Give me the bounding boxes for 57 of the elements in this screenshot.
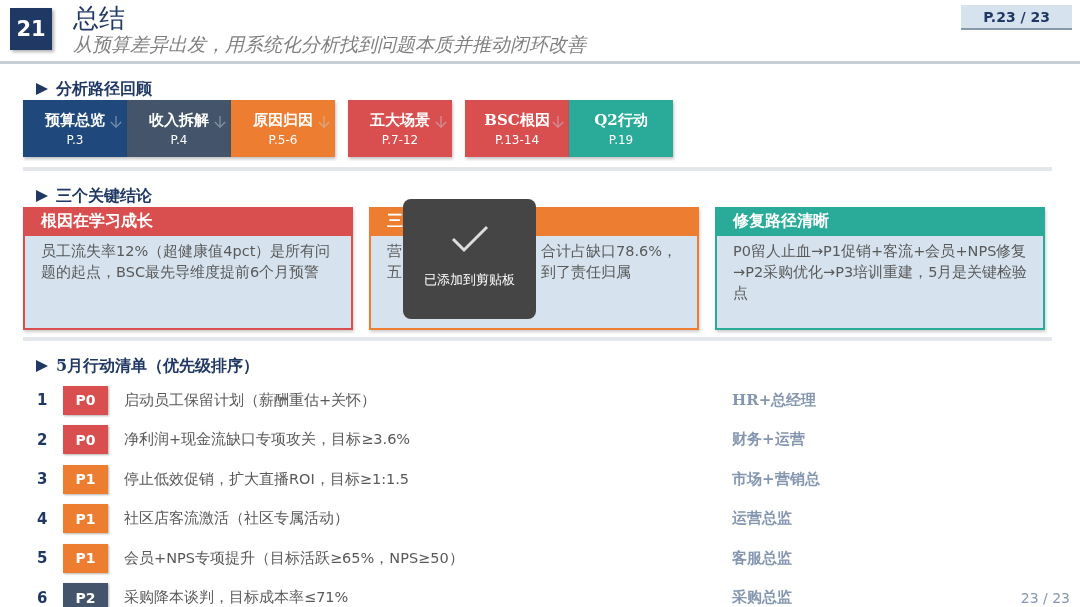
- row-number: 3: [37, 470, 49, 488]
- triangle-icon: [35, 359, 49, 373]
- step-pages: P.4: [170, 132, 188, 147]
- row-number: 4: [37, 509, 49, 528]
- row-number: 2: [37, 430, 49, 449]
- toast-text: 已添加到剪贴板: [424, 271, 515, 289]
- slide-subtitle: 从预算差异出发，用系统化分析找到问题本质并推动闭环改善: [73, 33, 589, 55]
- step-title: 预算总览: [45, 110, 105, 130]
- card-text: 合计占缺口78.6%，: [541, 242, 678, 261]
- action-text: 社区店客流激活（社区专属活动）: [124, 509, 350, 528]
- action-text: 净利润+现金流缺口专项攻关，目标≥3.6%: [124, 430, 412, 449]
- owner-text: 财务+运营: [732, 430, 805, 449]
- action-text: 会员+NPS专项提升（目标活跃≥65%，NPS≥50）: [124, 548, 465, 568]
- card-text: 五: [387, 263, 402, 282]
- check-icon: [450, 225, 489, 253]
- priority-tag: P1: [63, 504, 108, 533]
- priority-tag: P2: [63, 583, 108, 607]
- step-title: 收入拆解: [149, 110, 209, 130]
- card-text: 到了责任归属: [541, 263, 631, 282]
- slide-number: 21: [10, 8, 52, 50]
- card-text: 营: [387, 242, 402, 261]
- triangle-icon: [35, 82, 49, 96]
- triangle-icon: [35, 189, 49, 203]
- step-pages: P.13-14: [494, 132, 540, 147]
- priority-tag: P0: [63, 385, 108, 415]
- owner-text: 市场+营销总: [732, 469, 820, 489]
- step-title: 原因归因: [253, 110, 313, 130]
- card-title: 根因在学习成长: [25, 209, 351, 236]
- step-pages: P.19: [608, 132, 634, 147]
- priority-tag: P1: [63, 543, 108, 573]
- owner-text: HR+总经理: [732, 390, 817, 410]
- card-title: 修复路径清晰: [717, 209, 1043, 236]
- priority-tag: P0: [63, 425, 108, 454]
- step-title: 五大场景: [370, 110, 430, 130]
- owner-text: 采购总监: [732, 588, 792, 607]
- row-number: 1: [37, 391, 49, 409]
- step-title: Q2行动: [594, 110, 648, 130]
- action-text: 采购降本谈判，目标成本率≤71%: [124, 588, 350, 607]
- step-title: BSC根因: [484, 110, 550, 130]
- row-number: 5: [37, 549, 49, 567]
- card-text: P0留人止血→P1促销+客流+会员+NPS修复→P2采购优化→P3培训重建，5月是关键检验点: [732, 242, 1029, 303]
- step-pages: P.7-12: [381, 132, 419, 147]
- section-heading: 5月行动清单（优先级排序）: [56, 355, 260, 377]
- priority-tag: P1: [63, 464, 108, 494]
- section-heading: 分析路径回顾: [56, 78, 152, 100]
- step-pages: P.5-6: [268, 132, 298, 147]
- action-text: 停止低效促销，扩大直播ROI，目标≥1:1.5: [124, 469, 411, 489]
- row-number: 6: [37, 588, 49, 607]
- page-number: 23 / 23: [1020, 590, 1070, 606]
- step-pages: P.3: [66, 132, 84, 147]
- owner-text: 客服总监: [732, 548, 792, 568]
- section-heading: 三个关键结论: [56, 185, 152, 207]
- action-text: 启动员工保留计划（薪酬重估+关怀）: [124, 390, 378, 410]
- slide-title: 总结: [73, 2, 126, 34]
- card-text: 员工流失率12%（超健康值4pct）是所有问题的起点，BSC最先导维度提前6个月预警: [40, 242, 332, 282]
- owner-text: 运营总监: [732, 509, 792, 528]
- page-badge: P.23 / 23: [961, 5, 1072, 30]
